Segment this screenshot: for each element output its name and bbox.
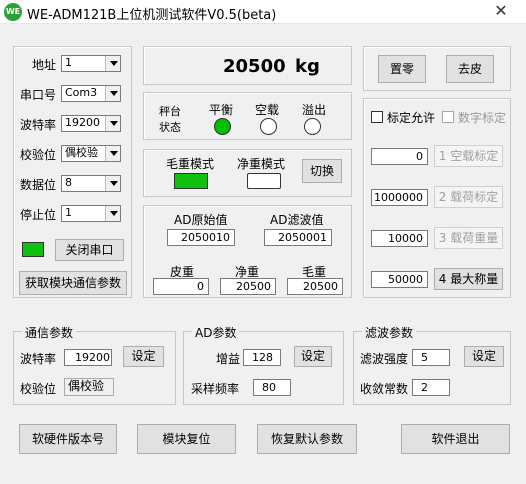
weight-display-panel: 20500 kg	[143, 46, 352, 85]
stopbits-select[interactable]: 1	[61, 205, 121, 222]
comm-set-button[interactable]: 设定	[123, 346, 164, 367]
digital-calibration-checkbox[interactable]	[442, 111, 454, 123]
status-label-line2: 状态	[159, 121, 181, 134]
gross-weight-value: 20500	[287, 278, 343, 295]
databits-label: 数据位	[20, 178, 57, 192]
ad-params-group: AD参数 增益 128 设定 采样频率 80	[183, 324, 344, 405]
stopbits-label: 停止位	[20, 208, 57, 222]
comm-parity-label: 校验位	[20, 382, 57, 396]
calibration-panel: 标定允许 数字标定 0 1 空载标定 1000000 2 载荷标定 10000 …	[363, 98, 511, 298]
max-capacity-value[interactable]: 50000	[371, 271, 428, 288]
gross-mode-label: 毛重模式	[166, 157, 215, 171]
port-label: 串口号	[20, 88, 57, 102]
window-title: WE-ADM121B上位机测试软件V0.5(beta)	[27, 8, 277, 23]
max-capacity-button[interactable]: 4 最大称量	[434, 268, 503, 290]
close-port-button[interactable]: 关闭串口	[55, 239, 124, 261]
sample-rate-label: 采样频率	[191, 382, 240, 396]
ad-values-panel: AD原始值 2050010 AD滤波值 2050001 皮重 0 净重 2050…	[143, 205, 352, 298]
ad-raw-value: 2050010	[167, 229, 235, 246]
weight-unit: kg	[295, 56, 320, 77]
net-mode-label: 净重模式	[237, 157, 286, 171]
chevron-down-icon[interactable]	[105, 206, 120, 221]
converge-field[interactable]: 2	[412, 379, 450, 396]
parity-label: 校验位	[20, 148, 57, 162]
status-label-line1: 秤台	[159, 105, 181, 118]
serial-panel: 地址 1 串口号 Com3 波特率 19200 校验位 偶校验 数据位 8 停止…	[13, 46, 132, 298]
weight-value: 20500	[223, 56, 286, 77]
balance-indicator	[214, 118, 231, 135]
comm-params-title: 通信参数	[22, 324, 77, 341]
ad-filtered-label: AD滤波值	[270, 213, 324, 227]
port-status-indicator	[22, 242, 44, 257]
baud-label: 波特率	[20, 118, 57, 132]
comm-baud-field[interactable]: 19200	[64, 349, 112, 366]
gain-label: 增益	[216, 352, 241, 366]
mode-panel: 毛重模式 净重模式 切换	[143, 149, 352, 197]
address-select[interactable]: 1	[61, 55, 121, 72]
balance-label: 平衡	[209, 103, 234, 117]
load-calibration-value[interactable]: 1000000	[371, 189, 428, 206]
port-select[interactable]: Com3	[61, 85, 121, 102]
net-mode-indicator	[247, 173, 281, 189]
module-reset-button[interactable]: 模块复位	[137, 424, 236, 454]
comm-parity-field: 偶校验	[64, 378, 114, 396]
ad-set-button[interactable]: 设定	[294, 346, 332, 367]
overflow-label: 溢出	[302, 103, 327, 117]
version-button[interactable]: 软硬件版本号	[19, 424, 117, 454]
databits-select[interactable]: 8	[61, 175, 121, 192]
load-calibration-button[interactable]: 2 载荷标定	[434, 186, 503, 208]
allow-calibration-checkbox[interactable]	[371, 111, 383, 123]
zero-button[interactable]: 置零	[378, 55, 426, 83]
comm-baud-label: 波特率	[20, 352, 57, 366]
converge-label: 收敛常数	[360, 382, 409, 396]
empty-label: 空载	[255, 103, 280, 117]
stopbits-value: 1	[65, 206, 72, 219]
chevron-down-icon[interactable]	[105, 176, 120, 191]
chevron-down-icon[interactable]	[105, 146, 120, 161]
filter-params-title: 滤波参数	[362, 324, 417, 341]
load-weight-value[interactable]: 10000	[371, 230, 428, 247]
chevron-down-icon[interactable]	[105, 86, 120, 101]
get-params-button[interactable]: 获取模块通信参数	[19, 271, 127, 295]
digital-calibration-label: 数字标定	[458, 111, 507, 125]
exit-button[interactable]: 软件退出	[401, 424, 510, 454]
filter-set-button[interactable]: 设定	[464, 346, 504, 367]
empty-indicator	[260, 118, 277, 135]
sample-rate-field[interactable]: 80	[253, 379, 291, 396]
filter-params-group: 滤波参数 滤波强度 5 设定 收敛常数 2	[353, 324, 511, 405]
net-weight-value: 20500	[220, 278, 276, 295]
parity-value: 偶校验	[65, 146, 98, 159]
empty-calibration-button[interactable]: 1 空载标定	[434, 145, 503, 167]
baud-value: 19200	[65, 116, 100, 129]
parity-select[interactable]: 偶校验	[61, 145, 121, 162]
switch-mode-button[interactable]: 切换	[302, 159, 342, 183]
tare-button[interactable]: 去皮	[446, 55, 494, 83]
ad-filtered-value: 2050001	[264, 229, 332, 246]
empty-calibration-value[interactable]: 0	[371, 148, 428, 165]
port-value: Com3	[65, 86, 98, 99]
ad-raw-label: AD原始值	[174, 213, 228, 227]
title-bar: WE WE-ADM121B上位机测试软件V0.5(beta) ✕	[0, 0, 526, 24]
address-value: 1	[65, 56, 72, 69]
gain-field[interactable]: 128	[243, 349, 281, 366]
overflow-indicator	[304, 118, 321, 135]
zero-tare-panel: 置零 去皮	[363, 46, 511, 91]
chevron-down-icon[interactable]	[105, 116, 120, 131]
ad-params-title: AD参数	[192, 324, 240, 341]
close-icon[interactable]: ✕	[478, 1, 524, 22]
baud-select[interactable]: 19200	[61, 115, 121, 132]
filter-strength-field[interactable]: 5	[412, 349, 450, 366]
filter-strength-label: 滤波强度	[360, 352, 409, 366]
databits-value: 8	[65, 176, 72, 189]
load-weight-button[interactable]: 3 载荷重量	[434, 227, 503, 249]
comm-params-group: 通信参数 波特率 19200 设定 校验位 偶校验	[13, 324, 176, 405]
chevron-down-icon[interactable]	[105, 56, 120, 71]
app-icon: WE	[4, 3, 22, 21]
status-panel: 秤台 状态 平衡 空载 溢出	[143, 92, 352, 140]
restore-defaults-button[interactable]: 恢复默认参数	[257, 424, 357, 454]
tare-value: 0	[153, 278, 209, 295]
allow-calibration-label: 标定允许	[387, 111, 436, 125]
gross-mode-indicator	[174, 173, 208, 189]
address-label: 地址	[32, 58, 57, 72]
